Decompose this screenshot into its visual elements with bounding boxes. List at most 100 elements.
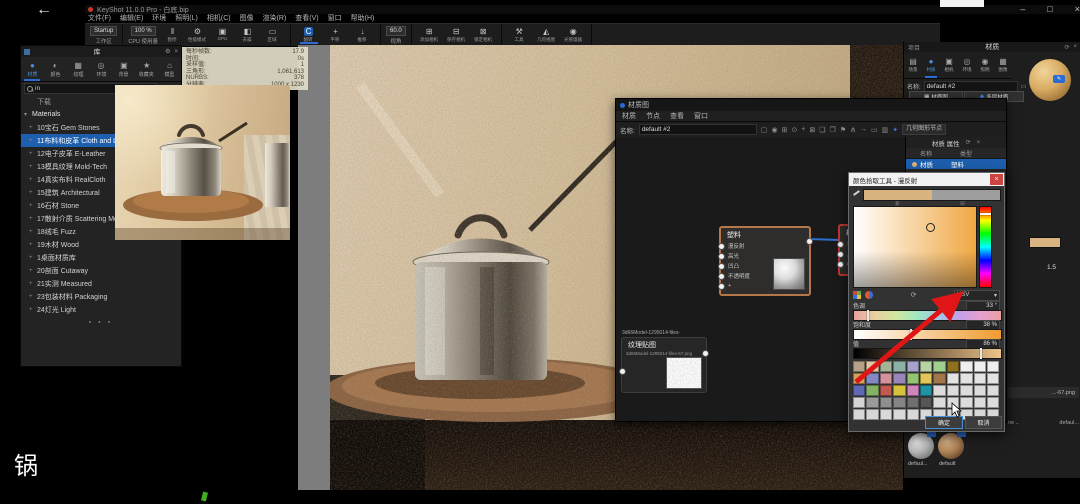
plastic-node[interactable]: 塑料 漫反射 高光 凹凸 不透明度 +	[718, 226, 813, 296]
workspace-dropdown[interactable]: Startup	[90, 25, 118, 36]
palette-swatch[interactable]	[946, 361, 960, 372]
tree-expander-icon[interactable]: +	[29, 229, 34, 235]
palette-swatch[interactable]	[879, 385, 893, 396]
menu-item[interactable]: 编辑(E)	[120, 13, 143, 23]
palette-mode-icon[interactable]	[853, 291, 861, 299]
ribbon-button-添加相机[interactable]: ⊞ 添加相机	[417, 27, 442, 43]
palette-swatch[interactable]	[973, 385, 986, 396]
ribbon-button-暂停[interactable]: ‖ 暂停	[160, 27, 185, 43]
palette-swatch[interactable]	[919, 397, 933, 408]
graph-toolbar-icon[interactable]: →	[860, 126, 867, 134]
saturation-value-area[interactable]	[853, 206, 977, 288]
tree-expander-icon[interactable]: +	[29, 151, 34, 157]
close-icon[interactable]: ×	[174, 49, 178, 55]
close-button[interactable]: ×	[1075, 4, 1080, 14]
close-icon[interactable]: ×	[977, 140, 981, 146]
close-icon[interactable]: ×	[1073, 44, 1077, 50]
graph-menu-item[interactable]: 窗口	[694, 111, 708, 121]
graph-toolbar-icon[interactable]: ⊙	[791, 126, 797, 134]
menu-item[interactable]: 窗口	[328, 13, 342, 23]
palette-swatch[interactable]	[879, 373, 893, 384]
palette-swatch[interactable]	[973, 361, 986, 372]
project-tab-场景[interactable]: ▤ 场景	[904, 52, 922, 78]
palette-swatch[interactable]	[893, 361, 906, 372]
pin-dot[interactable]	[718, 262, 725, 270]
material-list-row[interactable]: ne .. defaul...	[1008, 420, 1079, 426]
graph-toolbar-icon[interactable]: ◉	[771, 126, 777, 134]
palette-swatch[interactable]	[906, 409, 919, 420]
ribbon-button-翻转[interactable]: C 翻转	[296, 27, 321, 44]
menu-item[interactable]: 查看(V)	[295, 13, 318, 23]
palette-swatch[interactable]	[919, 361, 933, 372]
palette-swatch[interactable]	[973, 373, 986, 384]
value-slider-marker[interactable]	[980, 348, 982, 359]
project-tab-材质[interactable]: ● 材质	[922, 52, 940, 78]
library-tree-item[interactable]: +20剖面 Cutaway	[21, 264, 181, 277]
ribbon-button-区域[interactable]: ▭ 区域	[260, 27, 285, 43]
palette-swatch[interactable]	[960, 397, 973, 408]
palette-swatch[interactable]	[986, 385, 1000, 396]
project-tab-相机[interactable]: ▣ 相机	[940, 52, 958, 78]
graph-toolbar-icon[interactable]: ⋔	[850, 126, 856, 134]
project-tab-环境[interactable]: ◎ 环境	[958, 52, 976, 78]
texture-input-pin[interactable]	[619, 368, 626, 375]
graph-toolbar-icon[interactable]: +	[801, 126, 805, 134]
pin-dot[interactable]	[837, 260, 844, 268]
menu-item[interactable]: 环境	[152, 13, 166, 23]
graph-toolbar-icon[interactable]: ⚑	[840, 126, 846, 134]
palette-swatch[interactable]	[879, 361, 893, 372]
palette-swatch[interactable]	[986, 397, 1000, 408]
tree-expander-icon[interactable]: +	[29, 255, 34, 261]
palette-swatch[interactable]	[866, 397, 879, 408]
ribbon-button-性能模式[interactable]: ⚙ 性能模式	[185, 27, 210, 43]
geometry-node-icon[interactable]: ✦	[892, 126, 898, 134]
palette-swatch[interactable]	[946, 373, 960, 384]
tree-expander-icon[interactable]: +	[29, 242, 34, 248]
menu-item[interactable]: 文件(F)	[88, 13, 111, 23]
palette-swatch[interactable]	[853, 361, 866, 372]
graph-toolbar-icon[interactable]: ▭	[871, 126, 878, 134]
library-tree-item[interactable]: +1桌面材质库	[21, 251, 181, 264]
ribbon-button-平移[interactable]: + 平移	[323, 27, 348, 43]
picker-titlebar[interactable]: 颜色拾取工具 - 漫反射	[849, 173, 1004, 186]
graph-toolbar-icon[interactable]: ▥	[882, 126, 889, 134]
palette-swatch[interactable]	[906, 361, 919, 372]
library-tab-环境[interactable]: ◎ 环境	[90, 57, 113, 81]
graph-toolbar-icon[interactable]: ⊠	[809, 126, 815, 134]
graph-name-input[interactable]: default #2	[638, 124, 757, 135]
cancel-button[interactable]: 取消	[965, 416, 1002, 429]
refresh-icon[interactable]: ⟳	[966, 139, 971, 146]
tree-expander-icon[interactable]: +	[29, 164, 34, 170]
graph-menu-item[interactable]: 节点	[646, 111, 660, 121]
palette-swatch[interactable]	[853, 409, 866, 420]
saturation-slider-marker[interactable]	[910, 329, 912, 340]
diffuse-color-swatch[interactable]	[1029, 237, 1061, 248]
graph-toolbar-icon[interactable]: ⊞	[782, 126, 788, 134]
plastic-pin-漫反射[interactable]: 漫反射	[718, 241, 809, 251]
tree-expander-icon[interactable]: ▾	[24, 111, 29, 118]
maximize-button[interactable]: □	[1047, 4, 1052, 14]
texture-output-pin[interactable]	[702, 350, 709, 357]
palette-swatch[interactable]	[986, 361, 1000, 372]
ribbon-button-几何视图[interactable]: ◭ 几何视图	[534, 27, 559, 43]
palette-swatch[interactable]	[973, 397, 986, 408]
reset-icon[interactable]: ⟳	[877, 291, 950, 299]
color-mode-dropdown[interactable]: HSV ▾	[954, 289, 1000, 301]
menu-item[interactable]: 照明(L)	[175, 13, 198, 23]
ribbon-button-去噪[interactable]: ◧ 去噪	[235, 27, 260, 43]
library-tab-纹理[interactable]: ▦ 纹理	[67, 57, 90, 81]
palette-swatch[interactable]	[879, 409, 893, 420]
library-tab-收藏夹[interactable]: ★ 收藏夹	[135, 57, 158, 81]
palette-swatch[interactable]	[866, 361, 879, 372]
palette-swatch[interactable]	[906, 385, 919, 396]
palette-swatch[interactable]	[933, 385, 946, 396]
props-row-material[interactable]: 材质 塑料	[906, 159, 1006, 169]
palette-swatch[interactable]	[946, 385, 960, 396]
pin-dot[interactable]	[837, 240, 844, 248]
wheel-mode-icon[interactable]	[865, 291, 873, 299]
tree-expander-icon[interactable]: +	[29, 294, 34, 300]
graph-toolbar-icon[interactable]: ❏	[819, 126, 825, 134]
pin-dot[interactable]	[718, 242, 725, 250]
sv-cursor[interactable]	[926, 223, 935, 232]
refraction-index-value[interactable]: 1.5	[1047, 264, 1056, 271]
